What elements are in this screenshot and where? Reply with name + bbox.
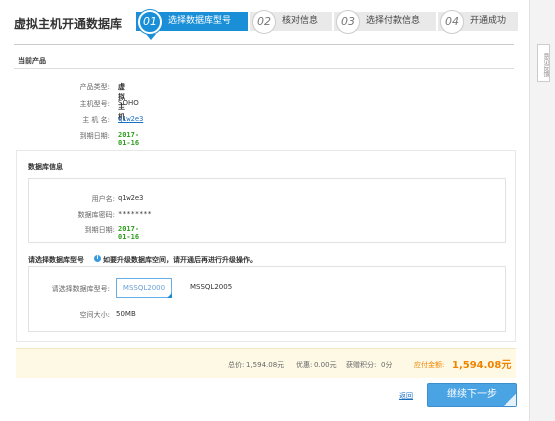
discount-label: 优惠:: [296, 361, 313, 369]
step-4-number: 04: [440, 10, 464, 34]
discount-value: 0.00元: [314, 361, 337, 369]
db-info-title: 数据库信息: [28, 163, 63, 171]
step-4: 04 开通成功: [438, 10, 518, 34]
option-mssql2005[interactable]: MSSQL2005: [190, 283, 240, 295]
page-curl-icon: [504, 394, 516, 406]
expiry-label: 到期日期:: [79, 132, 110, 140]
space-label: 空间大小:: [79, 311, 110, 319]
db-expiry-value: 2017-01-16: [118, 225, 140, 241]
host-model-label: 主机型号:: [79, 100, 110, 108]
continue-button[interactable]: 继续下一步: [427, 383, 517, 407]
db-model-box: [28, 266, 506, 332]
db-password-value: ********: [118, 210, 152, 218]
step-1: 01 选择数据库型号: [136, 10, 248, 40]
total-label: 总价:: [228, 361, 245, 369]
info-icon: i: [94, 255, 101, 262]
db-user-label: 用户名:: [91, 195, 115, 203]
step-3-label: 选择付款信息: [366, 16, 421, 26]
step-3: 03 选择付款信息: [334, 10, 436, 34]
step-1-label: 选择数据库型号: [168, 16, 232, 26]
step-indicator: 01 选择数据库型号 02 核对信息 03 选择付款信息 04 开通成功: [136, 8, 518, 40]
step-2-number: 02: [252, 10, 276, 34]
db-model-select-label: 请选择数据库型号:: [51, 285, 110, 293]
pay-value: 1,594.08元: [452, 360, 512, 371]
page-title: 虚拟主机开通数据库: [14, 17, 123, 31]
step-3-number: 03: [336, 10, 360, 34]
expiry-value: 2017-01-16: [118, 131, 140, 147]
step-1-number: 01: [138, 10, 162, 34]
db-expiry-label: 到期日期:: [84, 226, 115, 234]
step-2: 02 核对信息: [250, 10, 332, 34]
host-name-label: 主 机 名:: [82, 116, 110, 124]
header-divider: [14, 44, 514, 45]
pay-label: 应付金额:: [414, 361, 445, 369]
host-model-value: SOHO: [118, 99, 139, 107]
points-label: 获赠积分:: [346, 361, 377, 369]
step-2-label: 核对信息: [282, 16, 319, 26]
continue-button-label: 继续下一步: [447, 389, 497, 400]
current-product-divider: [14, 68, 514, 69]
space-value: 50MB: [116, 310, 136, 318]
total-value: 1,594.08元: [246, 361, 285, 369]
host-name-link[interactable]: q1w2e3: [118, 115, 143, 123]
db-password-label: 数据库密码:: [77, 211, 115, 219]
selected-check-icon: [167, 293, 172, 298]
back-link[interactable]: 返回: [399, 391, 413, 401]
feedback-tab[interactable]: 意见反馈: [537, 44, 550, 82]
product-type-label: 产品类型:: [79, 83, 110, 91]
step-pointer-icon: [146, 34, 156, 40]
points-value: 0分: [381, 361, 393, 369]
header: 虚拟主机开通数据库 01 选择数据库型号 02 核对信息 03 选择付款信息 0…: [0, 0, 530, 44]
price-summary: 总价: 1,594.08元 优惠: 0.00元 获赠积分: 0分 应付金额: 1…: [16, 348, 516, 378]
option-mssql2000[interactable]: MSSQL2000: [116, 278, 172, 298]
db-user-value: q1w2e3: [118, 194, 144, 202]
current-product-title: 当前产品: [18, 57, 46, 65]
db-model-hint: 如要升级数据库空间，请开通后再进行升级操作。: [103, 256, 257, 264]
page: 虚拟主机开通数据库 01 选择数据库型号 02 核对信息 03 选择付款信息 0…: [0, 0, 530, 421]
option-mssql2000-label: MSSQL2000: [122, 284, 166, 292]
option-mssql2005-label: MSSQL2005: [190, 283, 233, 291]
db-model-title: 请选择数据库型号: [28, 256, 84, 264]
step-4-label: 开通成功: [470, 16, 507, 26]
